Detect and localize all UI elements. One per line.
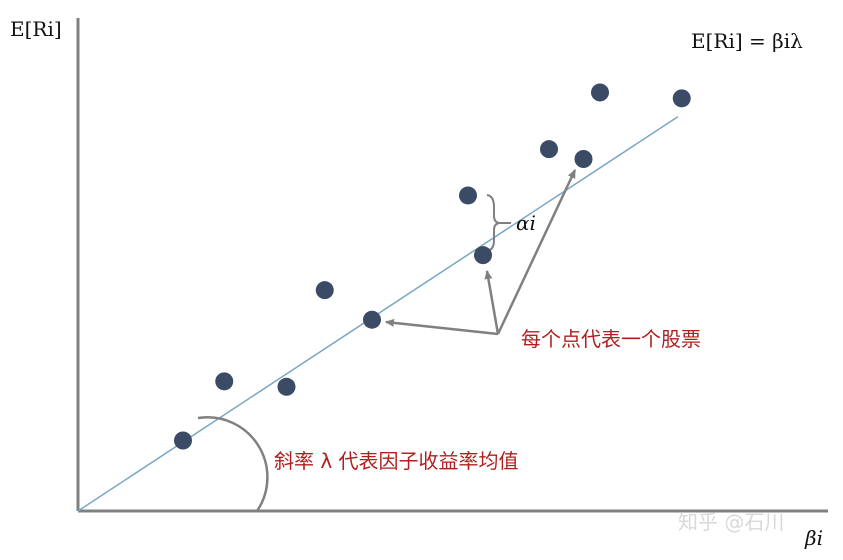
- scatter-point: [591, 83, 609, 102]
- scatter-point: [672, 89, 691, 108]
- annotation-arrow-middle: [484, 270, 500, 335]
- scatter-point: [277, 377, 296, 396]
- scatter-point: [215, 372, 234, 391]
- watermark: 知乎 @石川: [678, 510, 784, 534]
- scatter-point: [540, 140, 558, 159]
- scatter-point: [459, 186, 477, 205]
- slope-note: 斜率 λ 代表因子收益率均值: [274, 449, 519, 473]
- alpha-brace: [486, 194, 500, 252]
- alpha-label: αi: [516, 211, 536, 235]
- slope-angle-arc: [197, 416, 269, 512]
- scatter-point: [363, 310, 381, 329]
- y-axis-label: E[Ri]: [10, 17, 62, 41]
- annotation-arrow-left: [385, 318, 499, 336]
- scatter-point: [574, 149, 593, 168]
- regression-line-label: E[Ri] = βiλ: [691, 29, 803, 53]
- chart: E[Ri] βi E[Ri] = βiλ αi 每个点代表一个股票 斜率 λ 代…: [10, 17, 828, 550]
- points-note: 每个点代表一个股票: [521, 327, 701, 351]
- scatter-point: [174, 431, 192, 450]
- x-axis-label: βi: [804, 526, 823, 550]
- annotation-arrow-right: [496, 169, 577, 335]
- scatter-point: [474, 246, 492, 265]
- scatter-point: [315, 281, 334, 300]
- scatter-points: [174, 83, 691, 450]
